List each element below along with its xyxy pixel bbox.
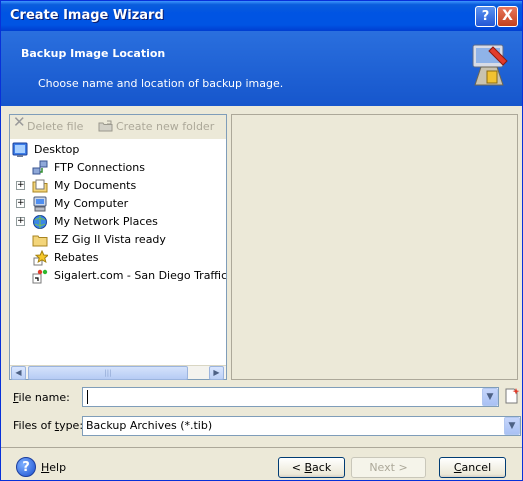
star-folder-icon xyxy=(33,250,48,266)
folder-icon xyxy=(32,235,48,247)
documents-folder-icon xyxy=(32,179,48,193)
folder-tree[interactable]: Desktop FTP Connections + My Documents +… xyxy=(10,141,226,365)
scroll-right-arrow-icon[interactable]: ▶ xyxy=(209,366,224,380)
files-of-type-label: Files of type: xyxy=(13,419,84,432)
banner-subtitle: Choose name and location of backup image… xyxy=(38,77,284,90)
network-icon xyxy=(33,215,47,229)
file-toolbar: ✕ Delete file Create new folder xyxy=(10,115,226,139)
tree-item-label: FTP Connections xyxy=(54,161,145,174)
horizontal-scrollbar[interactable]: ◀ ||| ▶ xyxy=(10,365,226,380)
expand-icon[interactable]: + xyxy=(16,217,25,226)
tree-item-label: EZ Gig II Vista ready xyxy=(54,233,166,246)
help-button[interactable]: Help xyxy=(41,461,66,474)
tree-item-label: Sigalert.com - San Diego Traffic R xyxy=(54,269,226,282)
desktop-icon xyxy=(12,142,28,157)
new-file-icon[interactable] xyxy=(503,387,521,405)
delete-icon: ✕ xyxy=(13,113,26,131)
wizard-banner: Backup Image Location Choose name and lo… xyxy=(1,31,522,106)
tree-item-label: Rebates xyxy=(54,251,99,264)
title-bar[interactable]: Create Image Wizard ? X xyxy=(1,1,522,31)
tree-item-label: Desktop xyxy=(34,143,80,156)
banner-title: Backup Image Location xyxy=(21,47,166,60)
scrollbar-thumb[interactable]: ||| xyxy=(28,366,188,380)
files-of-type-dropdown-icon[interactable]: ▼ xyxy=(504,417,520,435)
computer-icon xyxy=(33,196,47,212)
expand-icon[interactable]: + xyxy=(16,181,25,190)
cancel-button[interactable]: Cancel xyxy=(439,457,506,478)
folder-browser-panel: ✕ Delete file Create new folder Desktop xyxy=(9,114,227,380)
tree-item-label: My Network Places xyxy=(54,215,158,228)
traffic-link-icon xyxy=(32,269,48,284)
footer-divider xyxy=(1,447,522,448)
title-help-button[interactable]: ? xyxy=(475,6,496,27)
close-button[interactable]: X xyxy=(497,6,518,27)
files-of-type-select[interactable]: Backup Archives (*.tib) xyxy=(82,416,521,436)
delete-file-button[interactable]: Delete file xyxy=(27,120,83,133)
create-folder-button[interactable]: Create new folder xyxy=(98,120,215,133)
preview-panel xyxy=(231,114,518,380)
ftp-icon xyxy=(32,160,48,175)
scroll-left-arrow-icon[interactable]: ◀ xyxy=(11,366,26,380)
window-title: Create Image Wizard xyxy=(10,8,164,23)
help-icon[interactable]: ? xyxy=(16,457,36,477)
tree-item-label: My Computer xyxy=(54,197,129,210)
text-cursor xyxy=(87,390,88,404)
wizard-backup-icon xyxy=(472,44,508,86)
file-name-input[interactable] xyxy=(82,387,499,407)
next-button[interactable]: Next > xyxy=(351,457,426,478)
expand-icon[interactable]: + xyxy=(16,199,25,208)
file-name-label: File name: xyxy=(13,391,70,404)
file-name-dropdown-icon[interactable]: ▼ xyxy=(482,388,498,406)
create-folder-label: Create new folder xyxy=(116,120,215,133)
back-button[interactable]: < Back xyxy=(278,457,345,478)
new-folder-icon xyxy=(98,120,113,132)
tree-item-label: My Documents xyxy=(54,179,137,192)
create-image-wizard-window: Create Image Wizard ? X Backup Image Loc… xyxy=(0,0,523,481)
